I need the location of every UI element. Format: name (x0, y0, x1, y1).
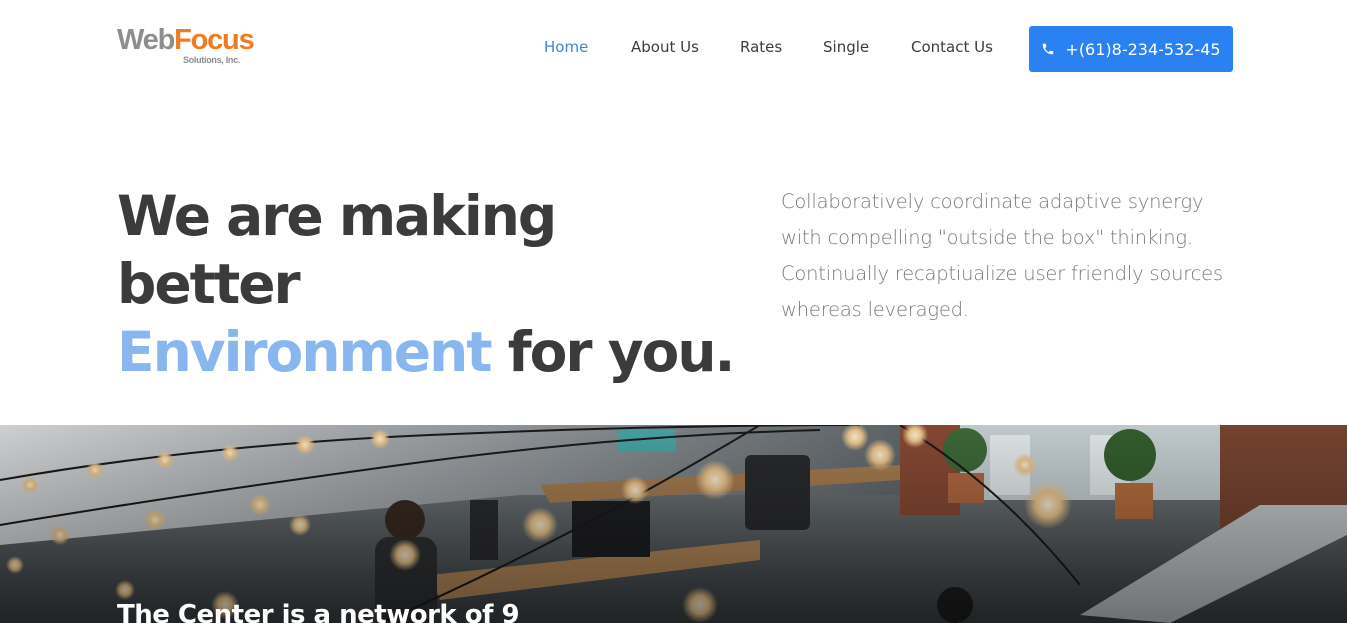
phone-icon (1043, 43, 1054, 55)
banner-caption: The Center is a network of 9 (117, 600, 520, 623)
nav-about-us[interactable]: About Us (631, 38, 699, 56)
hero-title-line1: We are making better (117, 184, 557, 316)
site-header: WebFocus Solutions, Inc. Home About Us R… (0, 0, 1347, 100)
hero-title-rest: for you. (507, 320, 736, 384)
hero-title: We are making better Environment for you… (117, 182, 737, 386)
office-banner-image (0, 425, 1347, 623)
office-photo (0, 425, 1347, 623)
nav-rates[interactable]: Rates (740, 38, 782, 56)
hero-description: Collaboratively coordinate adaptive syne… (781, 190, 1223, 321)
nav-contact-us[interactable]: Contact Us (911, 38, 993, 56)
nav-home[interactable]: Home (544, 38, 588, 56)
nav-single[interactable]: Single (823, 38, 869, 56)
hero-title-accent: Environment (117, 320, 493, 384)
phone-number: +(61)8-234-532-45 (1065, 39, 1221, 59)
phone-call-button[interactable]: +(61)8-234-532-45 (1029, 26, 1233, 72)
